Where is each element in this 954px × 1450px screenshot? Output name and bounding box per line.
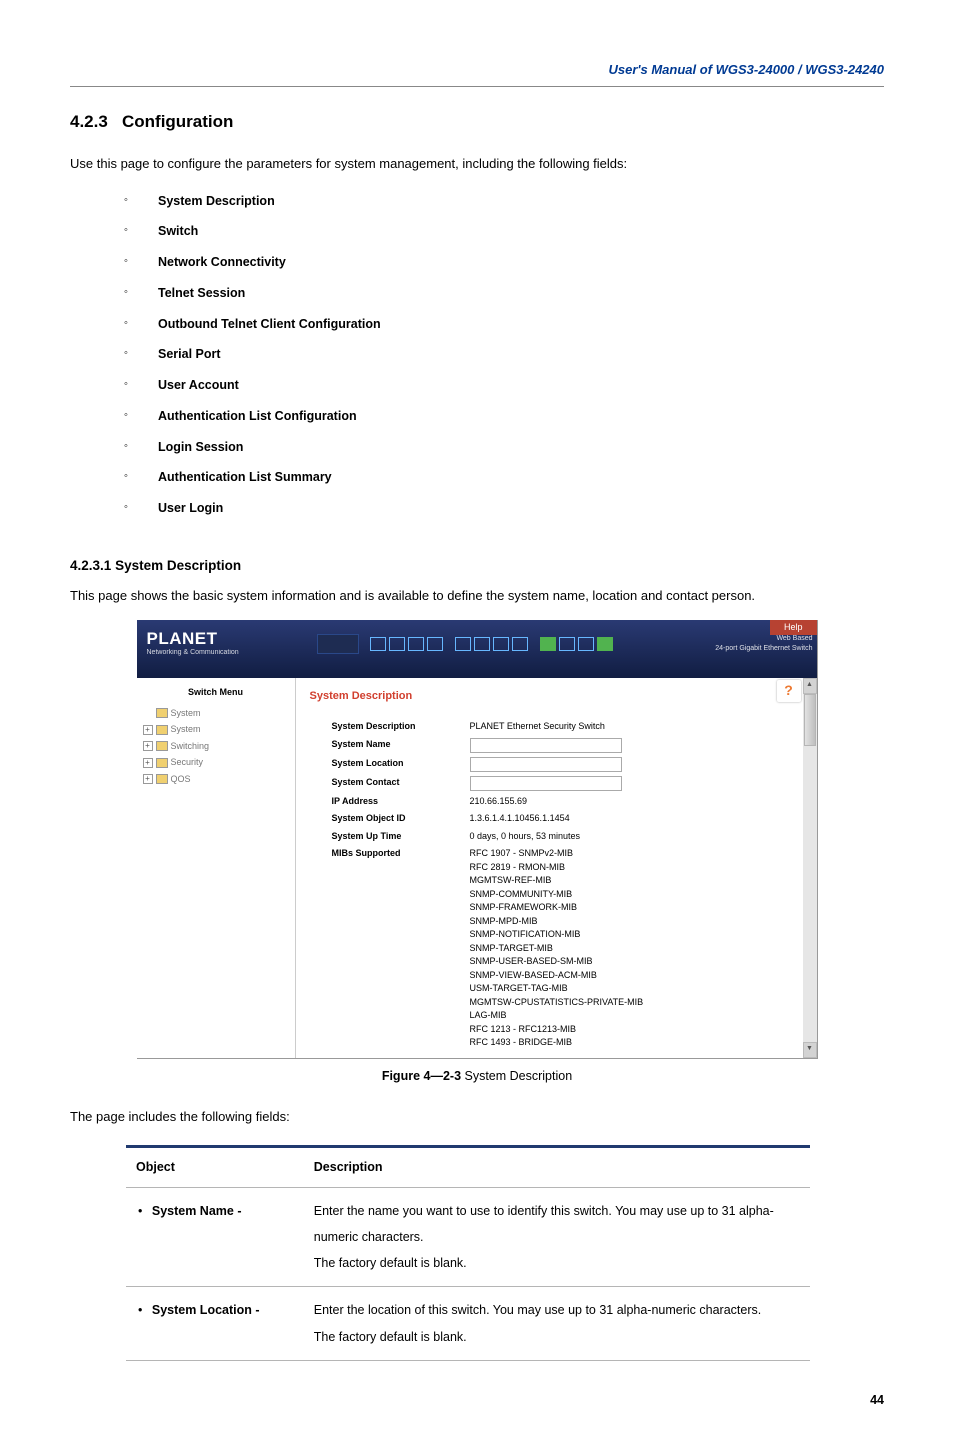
- label-system-uptime: System Up Time: [310, 828, 466, 846]
- input-system-contact[interactable]: [470, 776, 622, 791]
- label-system-name: System Name: [310, 736, 466, 755]
- panel-title: System Description: [310, 688, 789, 705]
- logo: PLANET Networking & Communication: [147, 626, 239, 659]
- scroll-thumb[interactable]: [804, 694, 816, 746]
- help-icon[interactable]: ?: [777, 680, 801, 702]
- tree-item-label: QOS: [171, 773, 191, 787]
- config-list-item: Authentication List Summary: [124, 462, 884, 493]
- content-panel: ? System Description System Description …: [296, 678, 803, 1058]
- tree-item-label: System: [171, 723, 201, 737]
- config-item-list: System DescriptionSwitchNetwork Connecti…: [124, 186, 884, 524]
- banner-product-label: Web Based 24-port Gigabit Ethernet Switc…: [715, 634, 812, 655]
- field-description: Enter the name you want to use to identi…: [304, 1187, 810, 1287]
- subsection-title: System Description: [115, 558, 241, 573]
- value-system-description: PLANET Ethernet Security Switch: [466, 718, 789, 736]
- value-ip-address: 210.66.155.69: [466, 793, 789, 811]
- value-system-object-id: 1.3.6.1.4.1.10456.1.1454: [466, 810, 789, 828]
- expand-icon[interactable]: +: [143, 725, 153, 735]
- subsection-paragraph: This page shows the basic system informa…: [70, 586, 884, 606]
- field-object: System Name -: [126, 1187, 304, 1287]
- folder-icon: [156, 774, 168, 784]
- expand-icon[interactable]: +: [143, 758, 153, 768]
- field-object: System Location -: [126, 1287, 304, 1361]
- figure-caption-rest: System Description: [461, 1069, 572, 1083]
- scroll-up-icon[interactable]: ▲: [803, 678, 817, 694]
- tree-item[interactable]: + Security: [141, 755, 291, 772]
- banner-label-2: 24-port Gigabit Ethernet Switch: [715, 644, 812, 655]
- banner: Help PLANET Networking & Communication W…: [137, 620, 817, 678]
- table-row: System Name -Enter the name you want to …: [126, 1187, 810, 1287]
- tree-item-label: System: [171, 707, 201, 721]
- fields-th-object: Object: [126, 1146, 304, 1187]
- folder-icon: [156, 758, 168, 768]
- config-list-item: Serial Port: [124, 339, 884, 370]
- config-list-item: Switch: [124, 216, 884, 247]
- tree-item[interactable]: + System: [141, 722, 291, 739]
- expand-icon[interactable]: +: [143, 774, 153, 784]
- figure-caption: Figure 4—2-3 System Description: [70, 1067, 884, 1086]
- config-list-item: Outbound Telnet Client Configuration: [124, 309, 884, 340]
- config-list-item: Network Connectivity: [124, 247, 884, 278]
- fields-table: Object Description System Name -Enter th…: [126, 1145, 810, 1361]
- subsection-number: 4.2.3.1: [70, 558, 111, 573]
- config-list-item: Authentication List Configuration: [124, 401, 884, 432]
- label-system-object-id: System Object ID: [310, 810, 466, 828]
- page-number: 44: [70, 1391, 884, 1410]
- config-list-item: User Account: [124, 370, 884, 401]
- sidebar-title: Switch Menu: [141, 686, 291, 700]
- page-header: User's Manual of WGS3-24000 / WGS3-24240: [70, 60, 884, 87]
- input-system-name[interactable]: [470, 738, 622, 753]
- section-number: 4.2.3: [70, 112, 108, 131]
- section-title: Configuration: [122, 112, 233, 131]
- label-system-location: System Location: [310, 755, 466, 774]
- device-ports: [317, 634, 613, 654]
- folder-icon: [156, 741, 168, 751]
- value-system-uptime: 0 days, 0 hours, 53 minutes: [466, 828, 789, 846]
- scroll-down-icon[interactable]: ▼: [803, 1042, 817, 1058]
- tree-item-label: Switching: [171, 740, 210, 754]
- tree-item[interactable]: + Switching: [141, 738, 291, 755]
- label-ip-address: IP Address: [310, 793, 466, 811]
- subsection-heading: 4.2.3.1 System Description: [70, 556, 884, 576]
- scrollbar[interactable]: ▲ ▼: [803, 678, 817, 1058]
- input-system-location[interactable]: [470, 757, 622, 772]
- table-intro: The page includes the following fields:: [70, 1107, 884, 1127]
- label-system-description: System Description: [310, 718, 466, 736]
- folder-icon: [156, 725, 168, 735]
- folder-icon: [156, 708, 168, 718]
- tree-item[interactable]: System: [141, 705, 291, 722]
- value-mibs-supported: RFC 1907 - SNMPv2-MIBRFC 2819 - RMON-MIB…: [466, 845, 789, 1052]
- section-heading: 4.2.3 Configuration: [70, 109, 884, 135]
- intro-paragraph: Use this page to configure the parameter…: [70, 154, 884, 174]
- tree-item-label: Security: [171, 756, 204, 770]
- label-mibs-supported: MIBs Supported: [310, 845, 466, 1052]
- system-info-table: System Description PLANET Ethernet Secur…: [310, 718, 789, 1052]
- fields-th-description: Description: [304, 1146, 810, 1187]
- figure-caption-bold: Figure 4—2-3: [382, 1069, 461, 1083]
- banner-label-1: Web Based: [715, 634, 812, 645]
- config-list-item: System Description: [124, 186, 884, 217]
- label-system-contact: System Contact: [310, 774, 466, 793]
- logo-subtitle: Networking & Communication: [147, 648, 239, 659]
- expand-icon[interactable]: +: [143, 741, 153, 751]
- config-list-item: User Login: [124, 493, 884, 524]
- sidebar: Switch Menu System + System + Switching + Secu…: [137, 678, 296, 1058]
- tree-item[interactable]: + QOS: [141, 771, 291, 788]
- embedded-screenshot: Help PLANET Networking & Communication W…: [137, 620, 818, 1059]
- field-description: Enter the location of this switch. You m…: [304, 1287, 810, 1361]
- table-row: System Location -Enter the location of t…: [126, 1287, 810, 1361]
- config-list-item: Telnet Session: [124, 278, 884, 309]
- config-list-item: Login Session: [124, 432, 884, 463]
